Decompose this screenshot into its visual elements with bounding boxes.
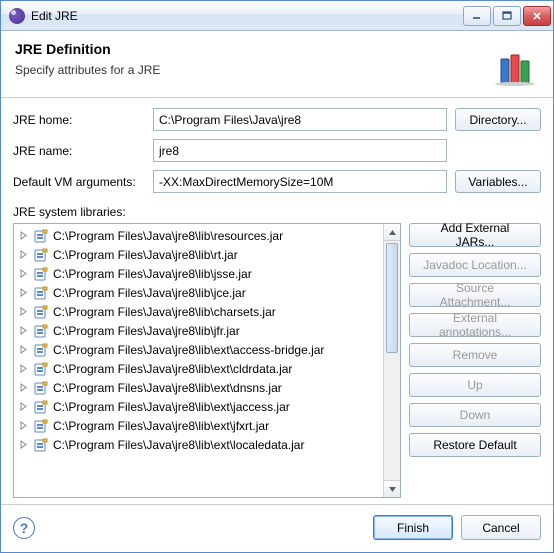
tree-item-label: C:\Program Files\Java\jre8\lib\ext\acces…	[53, 343, 324, 357]
jar-icon	[33, 228, 49, 244]
tree-item[interactable]: C:\Program Files\Java\jre8\lib\ext\dnsns…	[14, 378, 383, 397]
tree-item-label: C:\Program Files\Java\jre8\lib\ext\local…	[53, 438, 304, 452]
expand-icon[interactable]	[18, 363, 29, 374]
syslib-label: JRE system libraries:	[13, 205, 541, 219]
jre-home-input[interactable]	[153, 108, 447, 131]
down-button[interactable]: Down	[409, 403, 541, 427]
tree-item[interactable]: C:\Program Files\Java\jre8\lib\ext\acces…	[14, 340, 383, 359]
jar-icon	[33, 342, 49, 358]
vm-args-label: Default VM arguments:	[13, 175, 145, 189]
tree-item-label: C:\Program Files\Java\jre8\lib\ext\dnsns…	[53, 381, 282, 395]
expand-icon[interactable]	[18, 344, 29, 355]
jar-icon	[33, 323, 49, 339]
tree-item[interactable]: C:\Program Files\Java\jre8\lib\jsse.jar	[14, 264, 383, 283]
expand-icon[interactable]	[18, 401, 29, 412]
add-external-jars-button[interactable]: Add External JARs...	[409, 223, 541, 247]
scroll-track[interactable]	[384, 241, 400, 480]
tree-item[interactable]: C:\Program Files\Java\jre8\lib\ext\jfxrt…	[14, 416, 383, 435]
jar-icon	[33, 418, 49, 434]
source-attachment-button[interactable]: Source Attachment...	[409, 283, 541, 307]
jre-name-input[interactable]	[153, 139, 447, 162]
tree-item-label: C:\Program Files\Java\jre8\lib\jce.jar	[53, 286, 246, 300]
titlebar[interactable]: Edit JRE	[1, 1, 553, 31]
jar-icon	[33, 380, 49, 396]
tree-item-label: C:\Program Files\Java\jre8\lib\jfr.jar	[53, 324, 240, 338]
help-icon[interactable]: ?	[13, 517, 35, 539]
header-title: JRE Definition	[15, 41, 491, 57]
expand-icon[interactable]	[18, 306, 29, 317]
tree-item[interactable]: C:\Program Files\Java\jre8\lib\jfr.jar	[14, 321, 383, 340]
jre-home-label: JRE home:	[13, 113, 145, 127]
close-button[interactable]	[523, 6, 551, 26]
tree-item[interactable]: C:\Program Files\Java\jre8\lib\rt.jar	[14, 245, 383, 264]
cancel-button[interactable]: Cancel	[461, 515, 541, 540]
directory-button[interactable]: Directory...	[455, 108, 541, 131]
dialog-window: Edit JRE JRE Definition Specify attribut…	[0, 0, 554, 553]
scroll-up-button[interactable]	[384, 224, 400, 241]
tree-item-label: C:\Program Files\Java\jre8\lib\jsse.jar	[53, 267, 252, 281]
tree-item[interactable]: C:\Program Files\Java\jre8\lib\ext\jacce…	[14, 397, 383, 416]
tree-item[interactable]: C:\Program Files\Java\jre8\lib\jce.jar	[14, 283, 383, 302]
javadoc-location-button[interactable]: Javadoc Location...	[409, 253, 541, 277]
tree-item[interactable]: C:\Program Files\Java\jre8\lib\charsets.…	[14, 302, 383, 321]
maximize-button[interactable]	[493, 6, 521, 26]
tree-item-label: C:\Program Files\Java\jre8\lib\ext\jacce…	[53, 400, 290, 414]
tree-item-label: C:\Program Files\Java\jre8\lib\rt.jar	[53, 248, 238, 262]
tree-item-label: C:\Program Files\Java\jre8\lib\ext\cldrd…	[53, 362, 292, 376]
jar-icon	[33, 285, 49, 301]
tree-item-label: C:\Program Files\Java\jre8\lib\charsets.…	[53, 305, 276, 319]
external-annotations-button[interactable]: External annotations...	[409, 313, 541, 337]
dialog-footer: ? Finish Cancel	[1, 504, 553, 552]
finish-button[interactable]: Finish	[373, 515, 453, 540]
tree-item[interactable]: C:\Program Files\Java\jre8\lib\ext\local…	[14, 435, 383, 454]
jar-icon	[33, 399, 49, 415]
restore-default-button[interactable]: Restore Default	[409, 433, 541, 457]
tree-item[interactable]: C:\Program Files\Java\jre8\lib\ext\cldrd…	[14, 359, 383, 378]
library-icon	[491, 41, 539, 89]
header-subtitle: Specify attributes for a JRE	[15, 63, 491, 77]
remove-button[interactable]: Remove	[409, 343, 541, 367]
minimize-button[interactable]	[463, 6, 491, 26]
scroll-down-button[interactable]	[384, 480, 400, 497]
expand-icon[interactable]	[18, 439, 29, 450]
syslib-tree[interactable]: C:\Program Files\Java\jre8\lib\resources…	[13, 223, 401, 498]
tree-item-label: C:\Program Files\Java\jre8\lib\ext\jfxrt…	[53, 419, 269, 433]
expand-icon[interactable]	[18, 287, 29, 298]
expand-icon[interactable]	[18, 382, 29, 393]
scroll-thumb[interactable]	[386, 243, 398, 353]
jar-icon	[33, 266, 49, 282]
expand-icon[interactable]	[18, 230, 29, 241]
expand-icon[interactable]	[18, 268, 29, 279]
jar-icon	[33, 361, 49, 377]
expand-icon[interactable]	[18, 325, 29, 336]
eclipse-icon	[9, 8, 25, 24]
variables-button[interactable]: Variables...	[455, 170, 541, 193]
dialog-header: JRE Definition Specify attributes for a …	[1, 31, 553, 97]
expand-icon[interactable]	[18, 420, 29, 431]
tree-item[interactable]: C:\Program Files\Java\jre8\lib\resources…	[14, 226, 383, 245]
window-title: Edit JRE	[31, 9, 463, 23]
tree-item-label: C:\Program Files\Java\jre8\lib\resources…	[53, 229, 283, 243]
dialog-body: JRE home: Directory... JRE name: Default…	[1, 97, 553, 504]
jar-icon	[33, 247, 49, 263]
jar-icon	[33, 437, 49, 453]
vm-args-input[interactable]	[153, 170, 447, 193]
jar-icon	[33, 304, 49, 320]
expand-icon[interactable]	[18, 249, 29, 260]
up-button[interactable]: Up	[409, 373, 541, 397]
jre-name-label: JRE name:	[13, 144, 145, 158]
scrollbar[interactable]	[383, 224, 400, 497]
